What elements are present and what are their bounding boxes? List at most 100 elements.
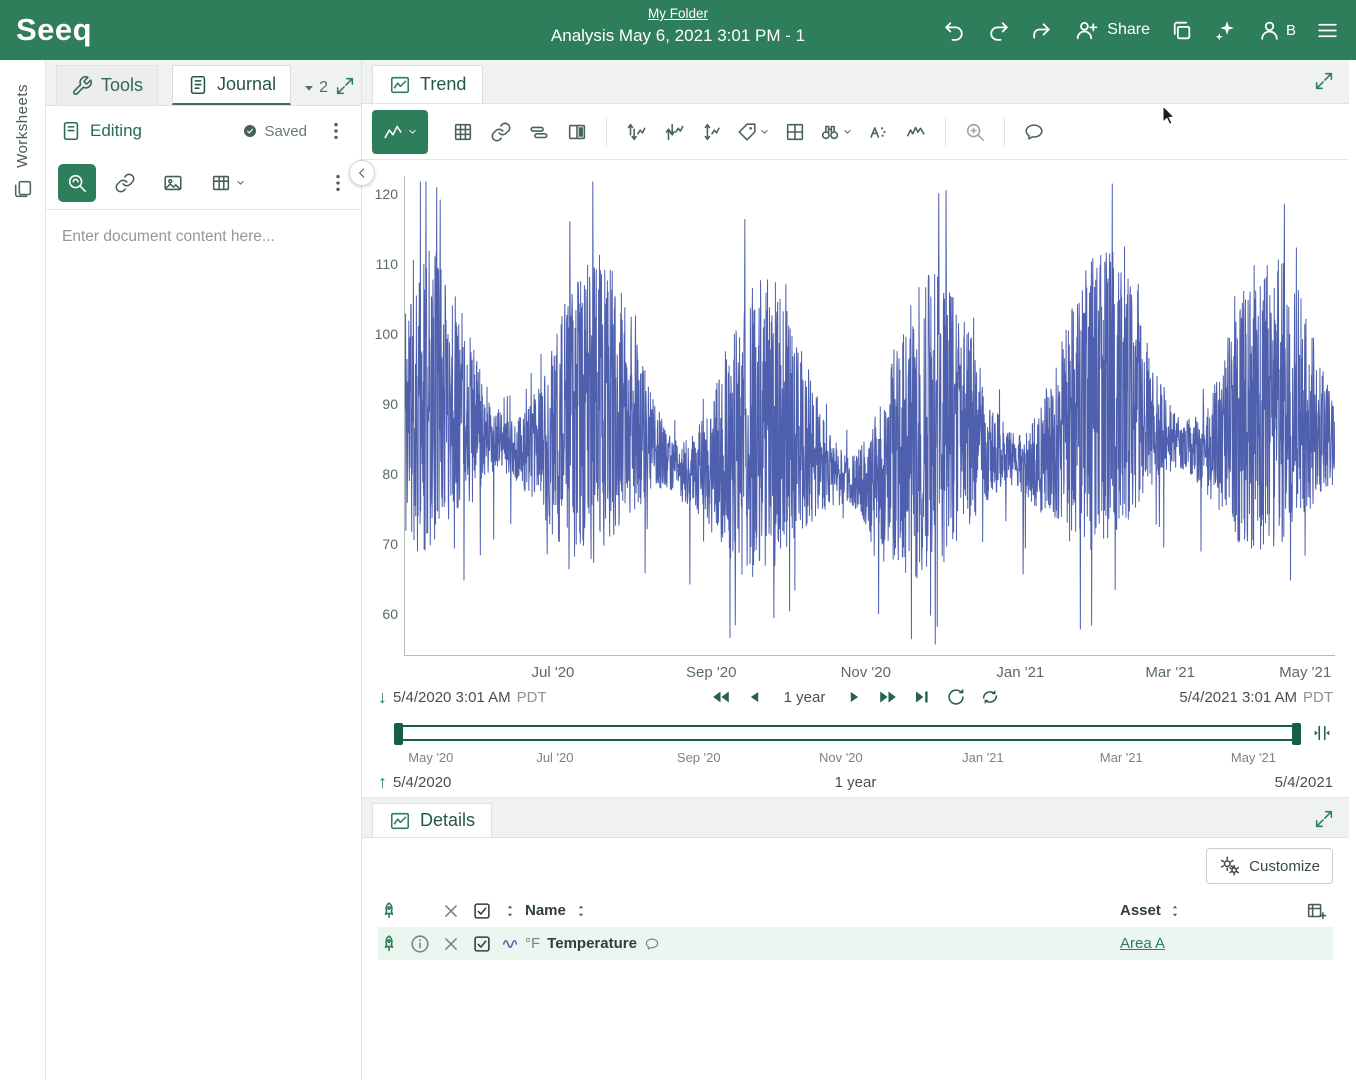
show-samples-button[interactable] — [899, 114, 933, 150]
expand-details-icon[interactable] — [1313, 808, 1335, 830]
comment-icon — [1023, 121, 1045, 143]
line-chart-icon — [382, 121, 404, 143]
undo-icon[interactable] — [942, 18, 967, 43]
journal-entry-icon — [60, 120, 82, 142]
y-tick: 70 — [362, 536, 398, 552]
fast-forward-icon[interactable] — [877, 686, 899, 708]
dimensions-button[interactable] — [778, 114, 812, 150]
info-icon[interactable] — [409, 933, 431, 955]
investigate-range-slider[interactable] — [394, 725, 1301, 741]
tab-trend[interactable]: Trend — [372, 65, 483, 103]
worksheet-tab-overflow[interactable]: 2 — [301, 79, 328, 97]
x-tick: Mar '21 — [1145, 664, 1195, 681]
asset-link[interactable]: Area A — [1120, 935, 1165, 952]
journal-status-menu-icon[interactable] — [325, 120, 347, 142]
y-tick: 90 — [362, 396, 398, 412]
timeline-tick: Sep '20 — [677, 750, 721, 765]
slider-resize-icon[interactable] — [1311, 722, 1333, 744]
timeline-tick: Jan '21 — [962, 750, 1004, 765]
expand-trend-icon[interactable] — [1313, 70, 1335, 92]
step-back-icon[interactable] — [744, 686, 766, 708]
capsule-time-button[interactable] — [522, 114, 556, 150]
share-forward-icon[interactable] — [1030, 18, 1055, 43]
worksheet-count: 2 — [319, 79, 328, 97]
comment-icon[interactable] — [644, 936, 660, 952]
worksheets-rail[interactable]: Worksheets — [0, 60, 46, 1080]
stacked-axis-icon — [701, 121, 723, 143]
timeline-tick: Jul '20 — [536, 750, 573, 765]
view-selector-button[interactable] — [372, 110, 428, 154]
compare-view-button[interactable] — [560, 114, 594, 150]
tab-tools-label: Tools — [101, 75, 143, 96]
hamburger-menu-icon[interactable] — [1315, 18, 1340, 43]
trend-chart[interactable]: 120 110 100 90 80 70 60 Jul '20 Sep '20 … — [362, 176, 1335, 684]
investigate-range-start[interactable]: 5/4/2020 — [393, 774, 451, 791]
sort-icon[interactable] — [573, 903, 589, 919]
tab-tools[interactable]: Tools — [56, 65, 158, 105]
journal-toolbar-menu-icon[interactable] — [327, 172, 349, 194]
insert-table-button[interactable] — [202, 164, 254, 202]
journal-panel-tabs: Tools Journal 2 — [46, 60, 361, 106]
slider-handle-left[interactable] — [394, 723, 403, 745]
add-column-icon[interactable] — [1299, 900, 1333, 922]
seeq-logo[interactable]: Seeq — [16, 12, 92, 48]
labels-menu-button[interactable] — [733, 114, 774, 150]
investigate-range-end[interactable]: 5/4/2021 — [1275, 774, 1333, 791]
signal-name[interactable]: Temperature — [547, 935, 637, 952]
single-lane-icon — [663, 121, 685, 143]
samples-table-button[interactable] — [446, 114, 480, 150]
sort-icon[interactable] — [1167, 903, 1183, 919]
journal-document[interactable]: Enter document content here... — [46, 210, 361, 1080]
auto-update-icon[interactable] — [979, 686, 1001, 708]
name-column-header[interactable]: Name — [525, 902, 566, 919]
annotate-button[interactable] — [1017, 114, 1051, 150]
expand-journal-icon[interactable] — [334, 75, 356, 97]
step-forward-icon[interactable] — [843, 686, 865, 708]
tab-details[interactable]: Details — [372, 803, 492, 837]
insert-link-button[interactable] — [106, 164, 144, 202]
user-menu[interactable]: B — [1257, 18, 1296, 43]
remove-all-icon[interactable] — [440, 900, 462, 922]
caret-down-icon — [234, 176, 247, 189]
investigate-range-arrow-icon: ↑ — [378, 772, 387, 793]
worksheets-label: Worksheets — [14, 84, 31, 168]
display-range-end[interactable]: 5/4/2021 3:01 AM — [1179, 689, 1297, 706]
rocket-icon[interactable] — [378, 933, 400, 955]
asset-column-header[interactable]: Asset — [1120, 902, 1161, 919]
one-axis-button[interactable] — [695, 114, 729, 150]
value-labels-button[interactable] — [861, 114, 895, 150]
chain-view-button[interactable] — [484, 114, 518, 150]
skip-to-end-icon[interactable] — [911, 686, 933, 708]
remove-item-icon[interactable] — [440, 933, 462, 955]
insert-seeq-link-button[interactable] — [58, 164, 96, 202]
display-range-start[interactable]: 5/4/2020 3:01 AM — [393, 689, 511, 706]
share-button[interactable]: Share — [1074, 18, 1150, 43]
rewind-icon[interactable] — [710, 686, 732, 708]
investigate-range-duration[interactable]: 1 year — [835, 774, 877, 791]
sort-icon[interactable] — [502, 903, 518, 919]
customize-button[interactable]: Customize — [1206, 848, 1333, 884]
samples-icon — [905, 121, 927, 143]
item-checkbox[interactable] — [471, 933, 493, 955]
plot-area[interactable] — [404, 176, 1335, 656]
breadcrumb[interactable]: My Folder — [648, 6, 708, 21]
ai-sparkles-icon[interactable] — [1213, 18, 1238, 43]
investigate-button[interactable] — [816, 114, 857, 150]
zoom-button[interactable] — [958, 114, 992, 150]
refresh-icon[interactable] — [945, 686, 967, 708]
tab-journal[interactable]: Journal — [172, 65, 291, 105]
duplicate-worksheet-icon[interactable] — [1169, 18, 1194, 43]
collapse-journal-button[interactable] — [349, 160, 375, 186]
rocket-icon[interactable] — [378, 900, 400, 922]
redo-icon[interactable] — [986, 18, 1011, 43]
select-all-checkbox[interactable] — [471, 900, 493, 922]
slider-handle-right[interactable] — [1292, 723, 1301, 745]
display-range-end-tz: PDT — [1303, 689, 1333, 706]
display-range-duration[interactable]: 1 year — [784, 689, 826, 706]
insert-image-button[interactable] — [154, 164, 192, 202]
details-row-temperature[interactable]: °F Temperature Area A — [378, 927, 1333, 960]
one-lane-button[interactable] — [657, 114, 691, 150]
timeline-tick: Nov '20 — [819, 750, 863, 765]
autoscale-y-button[interactable] — [619, 114, 653, 150]
image-icon — [162, 172, 184, 194]
